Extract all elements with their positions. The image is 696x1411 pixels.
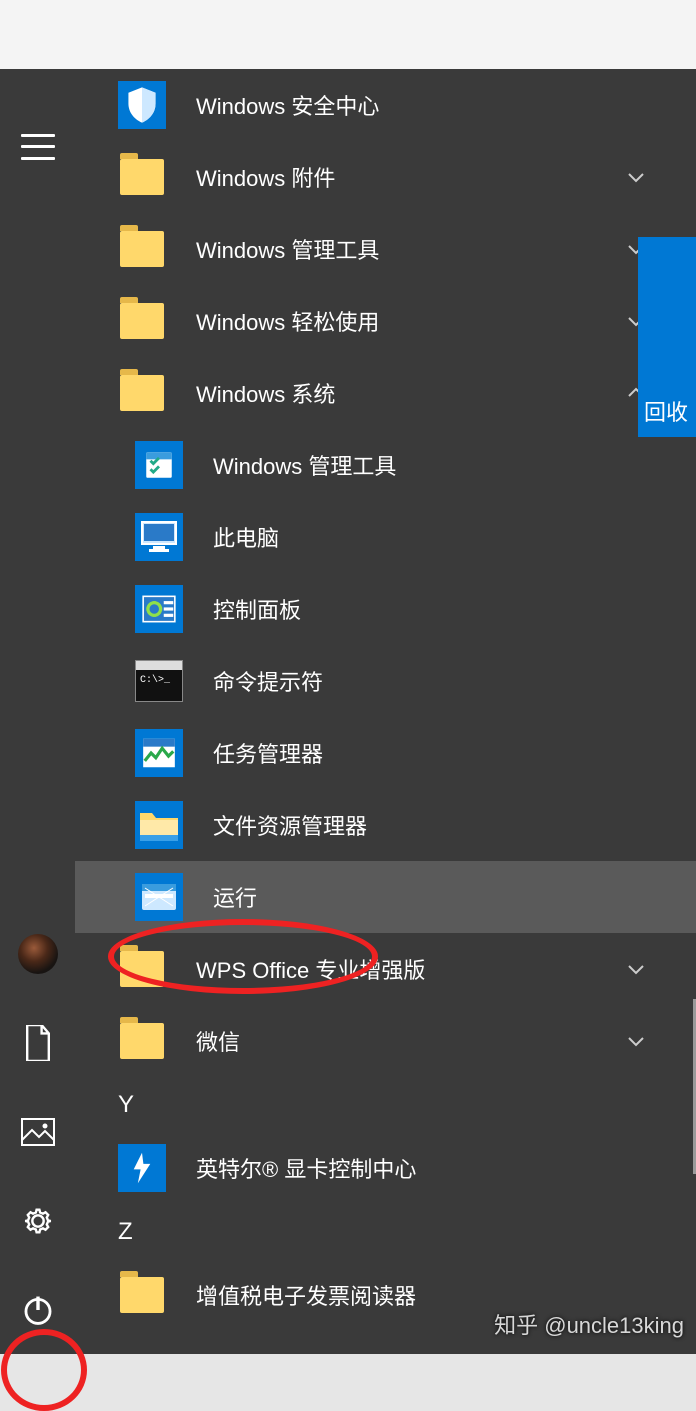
picture-icon (21, 1118, 55, 1146)
start-left-rail (0, 69, 75, 1354)
app-item[interactable]: Windows 安全中心 (75, 69, 696, 141)
app-item-label: Windows 安全中心 (196, 89, 379, 121)
chevron-down-icon (626, 167, 646, 187)
section-header-Y[interactable]: Y (75, 1077, 696, 1132)
app-item-label: 增值税电子发票阅读器 (196, 1279, 416, 1311)
documents-button[interactable] (0, 998, 75, 1087)
app-item-label: 命令提示符 (213, 665, 323, 697)
app-item-label: 任务管理器 (213, 737, 323, 769)
document-icon (23, 1025, 53, 1061)
chevron-down-icon (626, 959, 646, 979)
chevron-down-icon (626, 1031, 646, 1051)
app-item-label: 微信 (196, 1025, 240, 1057)
app-item-label: Windows 管理工具 (213, 449, 396, 481)
settings-button[interactable] (0, 1176, 75, 1265)
app-item[interactable]: C:\>_命令提示符 (75, 645, 696, 717)
app-item-label: 控制面板 (213, 593, 301, 625)
hamburger-button[interactable] (0, 109, 75, 198)
section-header-Z[interactable]: Z (75, 1204, 696, 1259)
app-item-label: WPS Office 专业增强版 (196, 953, 425, 985)
app-list[interactable]: Windows 安全中心 Windows 附件 Windows 管理工具 Window… (75, 69, 696, 1354)
gear-icon (21, 1204, 55, 1238)
app-item-label: 英特尔® 显卡控制中心 (196, 1152, 416, 1184)
app-item[interactable]: 英特尔® 显卡控制中心 (75, 1132, 696, 1204)
app-item-label: 此电脑 (213, 521, 279, 553)
watermark-text: 知乎 @uncle13king (494, 1308, 684, 1340)
app-item[interactable]: 文件资源管理器 (75, 789, 696, 861)
recycle-bin-tile[interactable]: 回收 (638, 237, 696, 437)
app-item[interactable]: 控制面板 (75, 573, 696, 645)
avatar-icon (18, 934, 58, 974)
app-item[interactable]: Windows 轻松使用 (75, 285, 696, 357)
app-item-label: Windows 管理工具 (196, 233, 379, 265)
app-item-label: 文件资源管理器 (213, 809, 367, 841)
hamburger-icon (21, 134, 55, 160)
start-menu: Windows 安全中心 Windows 附件 Windows 管理工具 Window… (0, 69, 696, 1354)
app-item[interactable]: 运行 (75, 861, 696, 933)
app-item[interactable]: Windows 管理工具 (75, 429, 696, 501)
app-item[interactable]: 微信 (75, 1005, 696, 1077)
app-item[interactable]: 此电脑 (75, 501, 696, 573)
power-icon (21, 1293, 55, 1327)
app-item-label: Windows 系统 (196, 377, 335, 409)
power-button[interactable] (0, 1265, 75, 1354)
browser-top-bar (0, 0, 696, 69)
app-item-label: Windows 附件 (196, 161, 335, 193)
app-item-label: Windows 轻松使用 (196, 305, 379, 337)
user-avatar-button[interactable] (0, 909, 75, 998)
recycle-bin-label: 回收 (644, 395, 688, 427)
app-item[interactable]: 任务管理器 (75, 717, 696, 789)
app-item-label: 运行 (213, 881, 257, 913)
app-item[interactable]: WPS Office 专业增强版 (75, 933, 696, 1005)
app-item[interactable]: Windows 附件 (75, 141, 696, 213)
pictures-button[interactable] (0, 1087, 75, 1176)
app-item[interactable]: Windows 管理工具 (75, 213, 696, 285)
app-item[interactable]: Windows 系统 (75, 357, 696, 429)
